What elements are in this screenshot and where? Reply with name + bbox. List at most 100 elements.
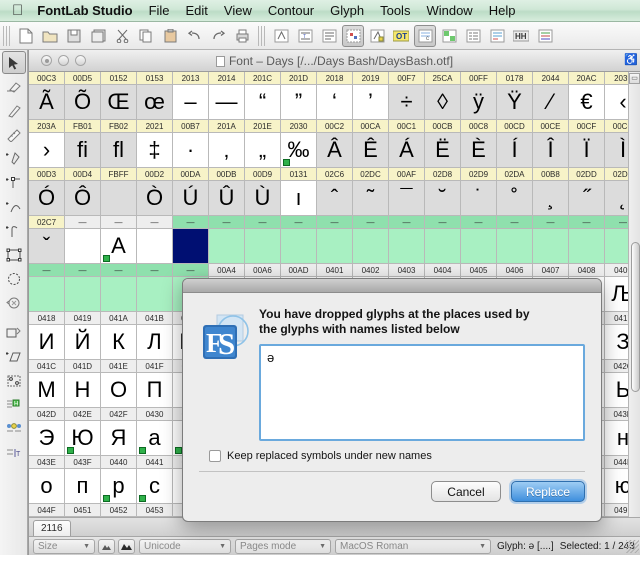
glyph-cell[interactable]: FB02 ﬂ xyxy=(101,120,137,168)
glyph-cell-preview[interactable]: · xyxy=(173,133,208,168)
glyph-cell[interactable]: 0418 И xyxy=(29,312,65,360)
glyph-cell[interactable]: 00D5 Õ xyxy=(65,72,101,120)
glyph-cell[interactable]: — xyxy=(281,216,317,264)
glyph-cell-preview[interactable]: Ë xyxy=(425,133,460,168)
dialog-titlebar[interactable] xyxy=(183,279,601,293)
glyph-cell-preview[interactable]: Û xyxy=(209,181,244,216)
scrollbar-thumb[interactable] xyxy=(631,242,640,392)
glyph-cell-preview[interactable]: “ xyxy=(245,85,280,120)
open-folder-icon[interactable] xyxy=(39,25,61,47)
fullscreen-icon[interactable]: ♿ xyxy=(624,55,638,66)
glyph-cell-preview[interactable]: а xyxy=(137,421,172,456)
glyph-cell-preview[interactable]: — xyxy=(209,85,244,120)
glyph-cell[interactable]: 25CA ◊ xyxy=(425,72,461,120)
glyph-cell-preview[interactable]: ˇ xyxy=(29,229,64,264)
glyph-cell-preview[interactable]: ” xyxy=(281,85,316,120)
tool-meter[interactable]: T xyxy=(2,441,26,464)
glyph-cell-preview[interactable]: ˘ xyxy=(425,181,460,216)
tool-eraser[interactable] xyxy=(2,75,26,98)
glyph-cell-preview[interactable] xyxy=(425,229,460,264)
glyph-cell[interactable]: — xyxy=(389,216,425,264)
glyph-cell[interactable]: 0153 œ xyxy=(137,72,173,120)
glyph-cell[interactable]: 0178 Ÿ xyxy=(497,72,533,120)
glyph-cell[interactable]: FB01 ﬁ xyxy=(65,120,101,168)
glyph-cell[interactable]: 02DA ˚ xyxy=(497,168,533,216)
tool-add-corner-point[interactable] xyxy=(2,171,26,194)
glyph-cell-preview[interactable] xyxy=(533,229,568,264)
glyph-cell-preview[interactable] xyxy=(317,229,352,264)
glyph-cell[interactable]: — xyxy=(353,216,389,264)
codepage-dropdown[interactable]: MacOS Roman ▼ xyxy=(335,538,491,554)
tool-ellipse[interactable] xyxy=(2,267,26,290)
glyph-cell-preview[interactable]: Ô xyxy=(65,181,100,216)
glyph-cell[interactable]: 041C М xyxy=(29,360,65,408)
glyph-cell-preview[interactable] xyxy=(137,229,172,264)
pages-mode-dropdown[interactable]: Pages mode ▼ xyxy=(235,538,331,554)
glyph-cell[interactable]: 0440 р xyxy=(101,456,137,504)
glyph-cell[interactable]: — xyxy=(245,216,281,264)
glyph-cell[interactable]: 00CD Í xyxy=(497,120,533,168)
glyph-cell[interactable]: 2030 ‰ xyxy=(281,120,317,168)
glyph-cell-preview[interactable]: с xyxy=(137,469,172,504)
glyph-cell[interactable]: 2044 ⁄ xyxy=(533,72,569,120)
glyph-cell-preview[interactable] xyxy=(65,277,100,312)
glyph-cell-preview[interactable] xyxy=(497,229,532,264)
glyph-cell-preview[interactable]: ˙ xyxy=(461,181,496,216)
menu-item-view[interactable]: View xyxy=(224,3,252,18)
glyph-cell-preview[interactable]: Ю xyxy=(65,421,100,456)
glyph-cell[interactable]: 00DA Ú xyxy=(173,168,209,216)
menu-item-edit[interactable]: Edit xyxy=(186,3,208,18)
glyph-cell-preview[interactable]: € xyxy=(569,85,604,120)
print-icon[interactable] xyxy=(231,25,253,47)
tool-edit-arrow[interactable] xyxy=(1,51,26,74)
tool-free-transform[interactable] xyxy=(2,369,26,392)
zoom-out-icon[interactable] xyxy=(98,538,115,554)
glyph-cell[interactable]: 0441 с xyxy=(137,456,173,504)
glyph-cell-preview[interactable]: Â xyxy=(317,133,352,168)
glyph-cell-preview[interactable]: ¸ xyxy=(533,181,568,216)
glyph-cell[interactable]: — xyxy=(497,216,533,264)
glyph-cell-preview[interactable]: р xyxy=(101,469,136,504)
glyph-cell-preview[interactable]: ⁄ xyxy=(533,85,568,120)
size-dropdown[interactable]: Size ▼ xyxy=(33,538,95,554)
glyph-cell-preview[interactable]: Й xyxy=(65,325,100,360)
menu-app-name[interactable]: FontLab Studio xyxy=(37,3,132,18)
glyph-cell-preview[interactable]: Ê xyxy=(353,133,388,168)
glyph-cell-preview[interactable]: ˝ xyxy=(569,181,604,216)
glyph-cell[interactable]: — xyxy=(425,216,461,264)
classes-panel-icon[interactable] xyxy=(486,25,508,47)
glyph-cell-preview[interactable]: „ xyxy=(245,133,280,168)
menu-item-glyph[interactable]: Glyph xyxy=(330,3,364,18)
new-document-icon[interactable] xyxy=(15,25,37,47)
glyph-cell[interactable]: — xyxy=(461,216,497,264)
glyph-cell-preview[interactable]: Н xyxy=(65,373,100,408)
glyph-cell[interactable]: 041D Н xyxy=(65,360,101,408)
glyph-cell[interactable]: 0152 Œ xyxy=(101,72,137,120)
cancel-button[interactable]: Cancel xyxy=(430,481,501,502)
glyph-cell-preview[interactable]: Á xyxy=(389,133,424,168)
glyph-cell[interactable]: 041F П xyxy=(137,360,173,408)
glyph-cell[interactable]: 042E Ю xyxy=(65,408,101,456)
glyph-cell[interactable]: — xyxy=(101,264,137,312)
glyph-cell[interactable]: 041E О xyxy=(101,360,137,408)
menu-item-window[interactable]: Window xyxy=(426,3,472,18)
glyph-cell-preview[interactable]: И xyxy=(29,325,64,360)
tool-slant[interactable] xyxy=(2,345,26,368)
tool-ruler[interactable] xyxy=(2,123,26,146)
glyph-cell-preview[interactable]: Ù xyxy=(245,181,280,216)
glyph-cell-preview[interactable]: ÷ xyxy=(389,85,424,120)
glyph-cell[interactable]: 00B7 · xyxy=(173,120,209,168)
undo-icon[interactable] xyxy=(183,25,205,47)
glyph-cell-preview[interactable]: Я xyxy=(101,421,136,456)
glyph-cell-preview[interactable]: ◊ xyxy=(425,85,460,120)
glyph-cell-preview[interactable]: – xyxy=(173,85,208,120)
metrics-window-icon[interactable]: T xyxy=(294,25,316,47)
glyph-cell[interactable]: 00CE Î xyxy=(533,120,569,168)
glyph-cell[interactable]: — xyxy=(65,216,101,264)
glyph-cell[interactable]: 041A К xyxy=(101,312,137,360)
glyph-cell[interactable]: 0419 Й xyxy=(65,312,101,360)
save-all-icon[interactable] xyxy=(87,25,109,47)
window-resize-grip[interactable] xyxy=(626,540,639,553)
tool-rotate[interactable] xyxy=(2,291,26,314)
glyph-cell[interactable]: 02D9 ˙ xyxy=(461,168,497,216)
